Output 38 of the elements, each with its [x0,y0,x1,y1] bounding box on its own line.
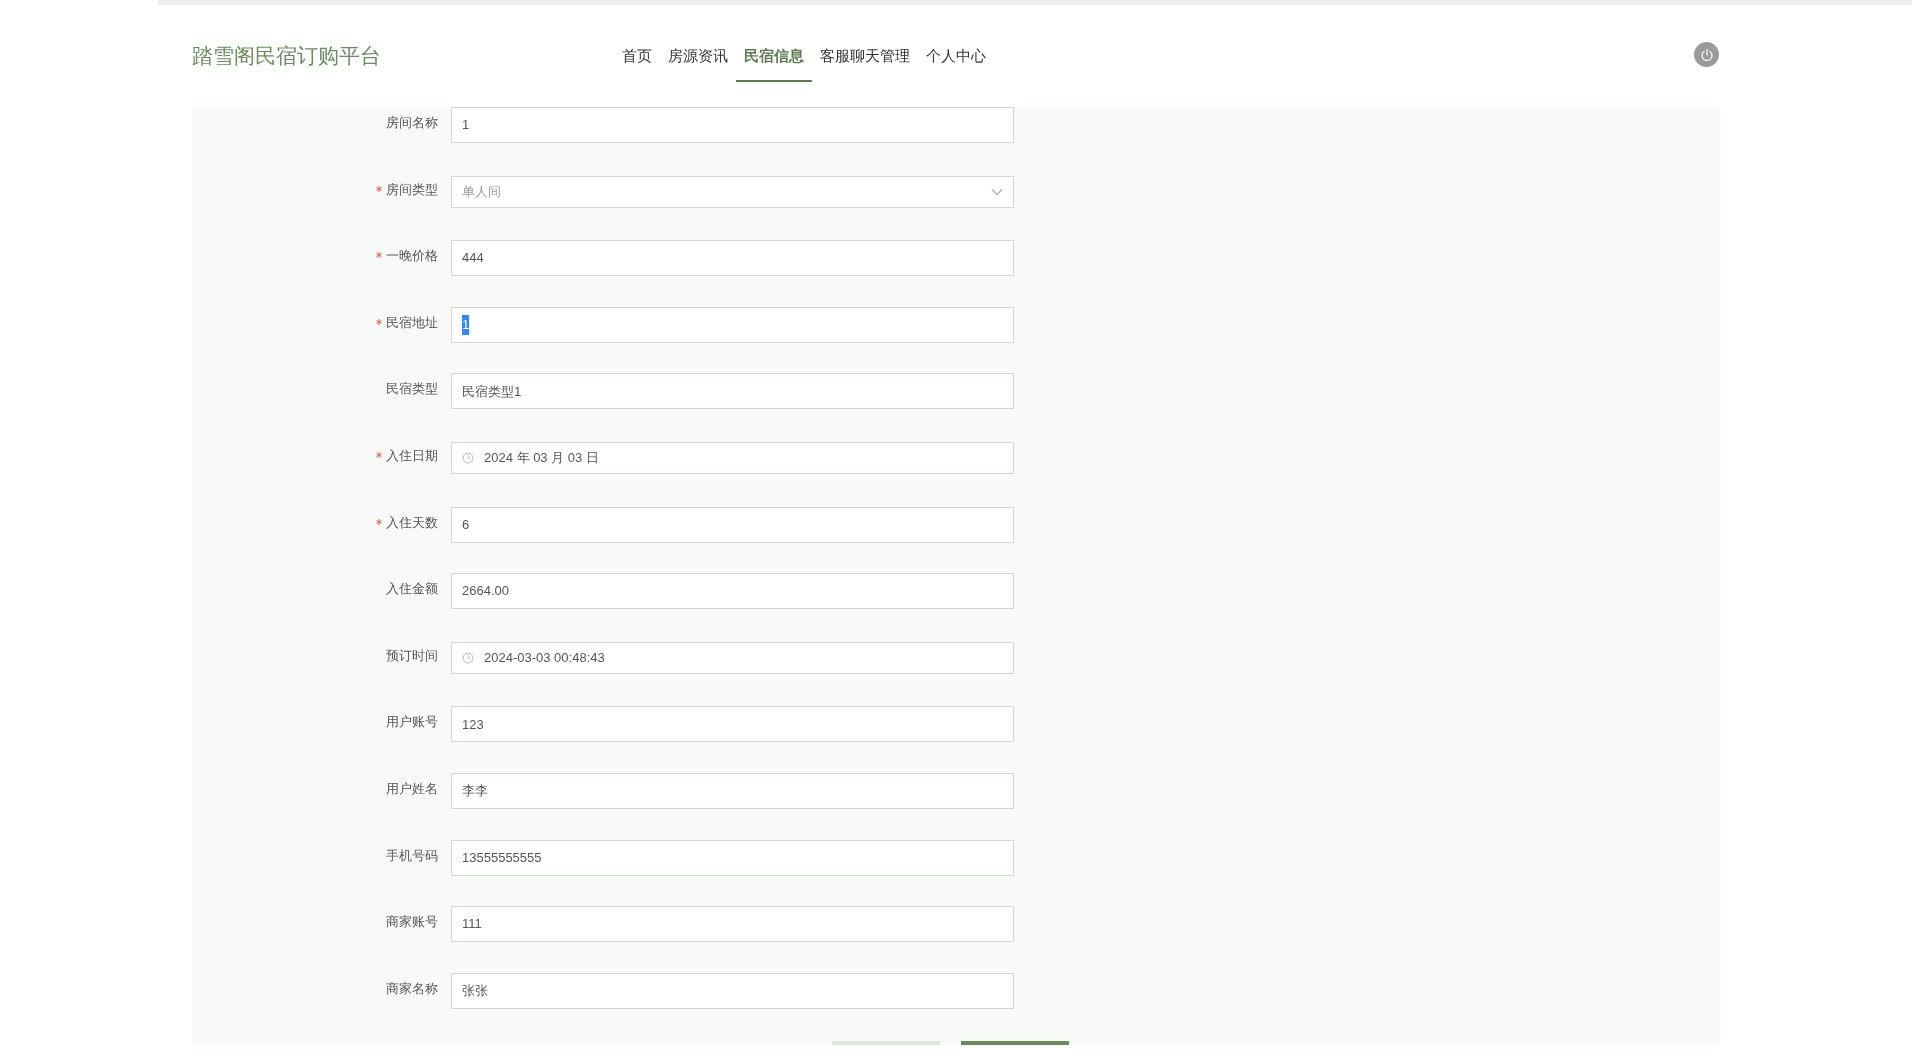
field-label: 手机号码 [386,846,438,865]
field-label: 入住日期 [386,446,438,465]
clock-icon [462,651,474,664]
clock-icon [462,451,474,464]
field-label: 入住金额 [386,580,438,599]
field-label: 商家账号 [386,913,438,932]
nav-tab[interactable]: 客服聊天管理 [820,42,910,82]
chevron-down-icon [991,187,1003,196]
date-field[interactable]: 2024 年 03 月 03 日 [451,441,1014,474]
input-field[interactable]: 444 [451,240,1014,277]
field-label: 商家名称 [386,979,438,998]
nav-tab[interactable]: 个人中心 [926,42,986,82]
input-field[interactable]: 123 [451,706,1014,743]
input-field[interactable]: 1 [451,306,1014,343]
power-button[interactable] [1694,42,1719,67]
field-label: 民宿地址 [386,313,438,332]
input-field[interactable]: 13555555555 [451,839,1014,876]
power-icon [1699,47,1714,62]
field-label: 用户姓名 [386,779,438,798]
input-field[interactable]: 111 [451,906,1014,943]
nav-tab[interactable]: 首页 [622,42,652,82]
field-label: 一晚价格 [386,247,438,266]
field-label: 预订时间 [386,646,438,665]
input-field[interactable]: 6 [451,506,1014,543]
input-field[interactable]: 李李 [451,772,1014,809]
field-label: 房间类型 [386,180,438,199]
input-field[interactable]: 张张 [451,972,1014,1009]
field-label: 民宿类型 [386,380,438,399]
field-label: 用户账号 [386,713,438,732]
site-title: 踏雪阁民宿订购平台 [192,43,382,69]
field-label: 入住天数 [386,513,438,532]
date-field[interactable]: 2024-03-03 00:48:43 [451,641,1014,674]
nav-tab[interactable]: 房源资讯 [668,42,728,82]
input-field[interactable]: 民宿类型1 [451,373,1014,410]
field-label: 房间名称 [386,114,438,132]
nav-tab[interactable]: 民宿信息 [736,42,812,82]
input-field[interactable]: 2664.00 [451,573,1014,610]
input-field[interactable]: 1 [451,107,1014,143]
